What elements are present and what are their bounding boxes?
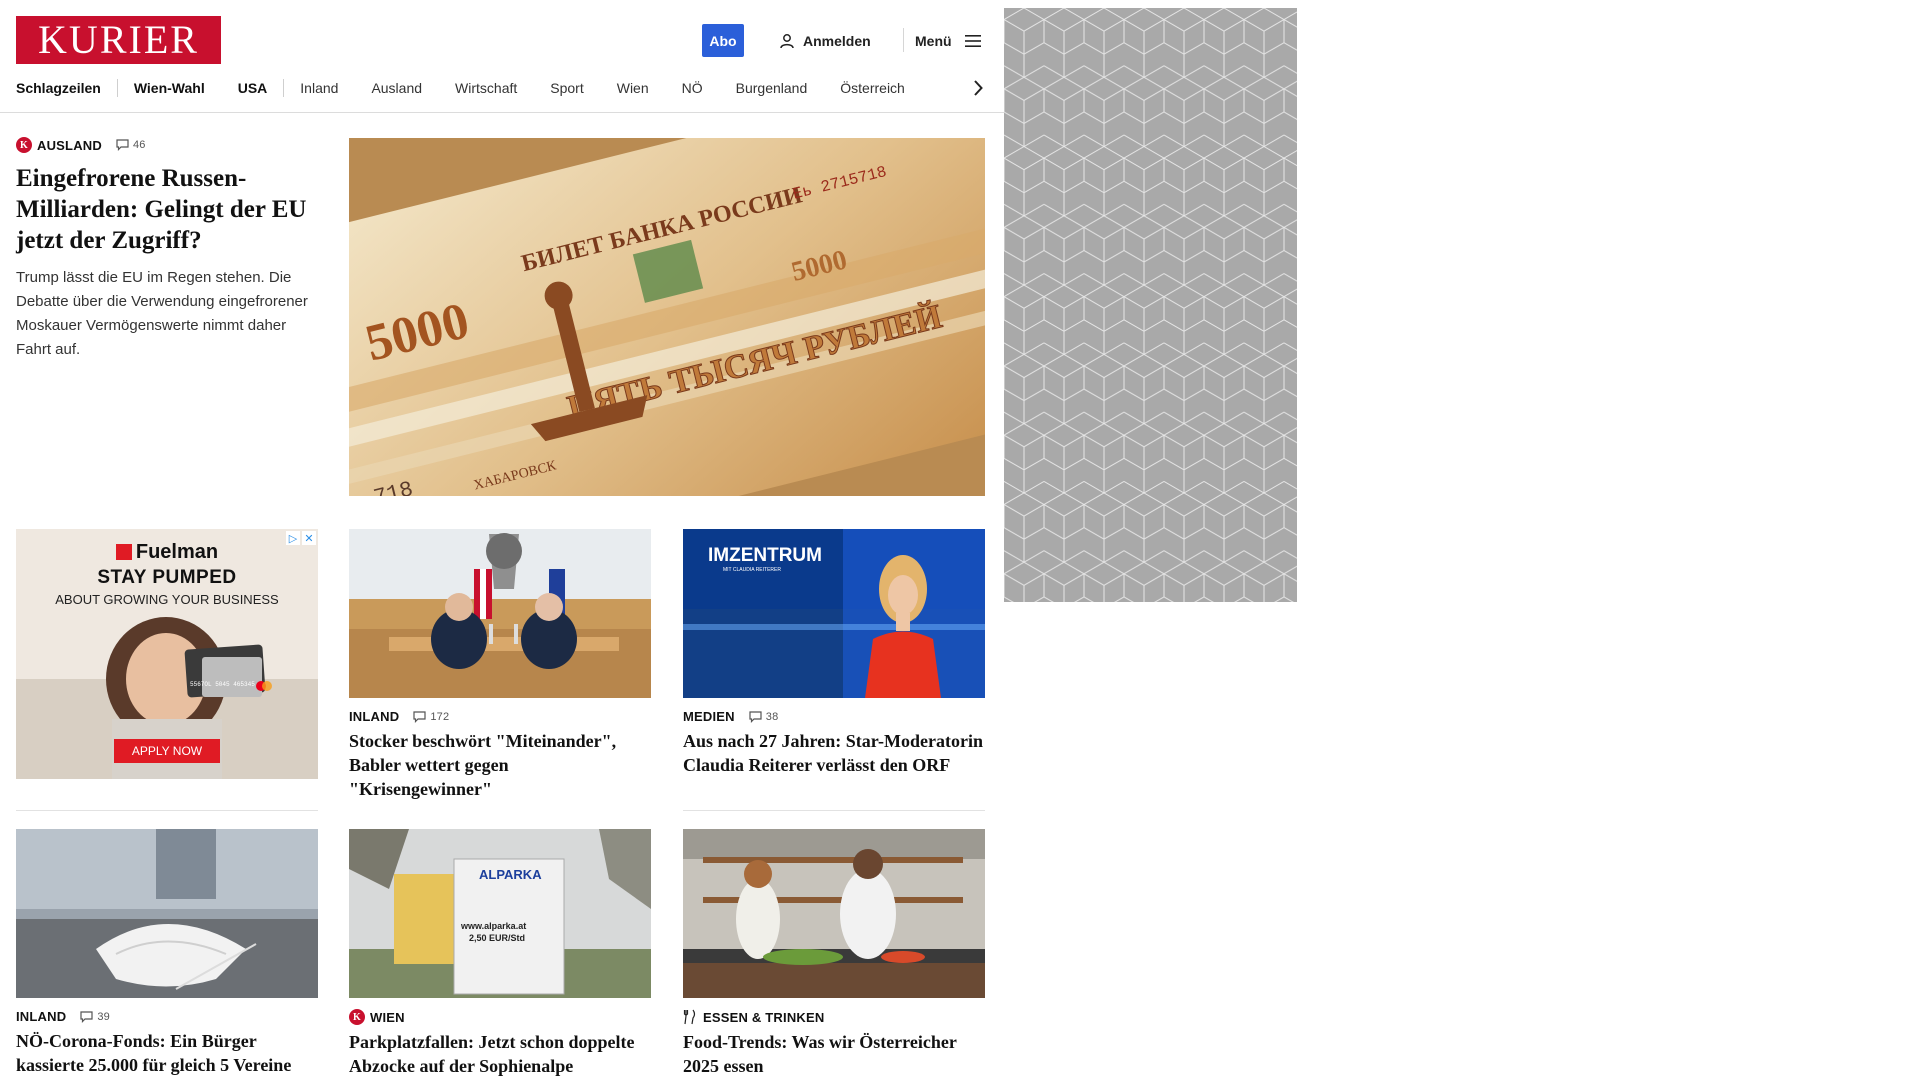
article-comment-count: 39 (97, 1010, 110, 1023)
nav-item-inland[interactable]: Inland (300, 80, 338, 96)
abo-button[interactable]: Abo (702, 24, 744, 57)
article-image-imzentrum[interactable]: IMZENTRUM MIT CLAUDIA REITERER (683, 529, 985, 698)
article-image-parking-sign[interactable]: ALPARKA www.alparka.at 2,50 EUR/Std (349, 829, 651, 998)
fuelman-logo-icon (115, 544, 132, 560)
article-card[interactable]: ESSEN & TRINKEN Food-Trends: Was wir Öst… (683, 829, 985, 1078)
article-kicker: INLAND 39 (16, 1009, 318, 1024)
hex-cube-pattern (1004, 8, 1297, 602)
section-nav: Schlagzeilen Wien-Wahl USA Inland Auslan… (16, 76, 984, 100)
svg-text:ALPARKA: ALPARKA (479, 867, 542, 882)
nav-item-oesterreich[interactable]: Österreich (840, 80, 905, 96)
nav-item-wirtschaft[interactable]: Wirtschaft (455, 80, 517, 96)
article-category[interactable]: MEDIEN (683, 709, 735, 724)
nav-item-noe[interactable]: NÖ (682, 80, 703, 96)
ad-choices[interactable]: ▷ ✕ (286, 531, 316, 545)
kurier-k-icon: K (349, 1009, 365, 1025)
ad-brand: Fuelman (16, 541, 318, 564)
ad-headline: STAY PUMPED (97, 567, 237, 588)
hero-headline[interactable]: Eingefrorene Russen-Milliarden: Gelingt … (16, 163, 316, 256)
nav-item-wien[interactable]: Wien (617, 80, 649, 96)
article-headline[interactable]: NÖ-Corona-Fonds: Ein Bürger kassierte 25… (16, 1029, 318, 1077)
ad-apply-button[interactable]: APPLY NOW (114, 739, 220, 763)
login-button[interactable]: Anmelden (779, 30, 871, 52)
row-divider (683, 810, 985, 811)
chevron-right-icon (974, 80, 983, 96)
banknotes-illustration: БИЛЕТ БАНКА РОССИИ Еь 2715718 5000 5000 … (349, 138, 985, 496)
article-category[interactable]: INLAND (349, 709, 399, 724)
ad-subline: ABOUT GROWING YOUR BUSINESS (55, 592, 279, 607)
article-comment-count: 38 (765, 710, 779, 723)
hero-article[interactable]: K AUSLAND 46 Eingefrorene Russen-Milliar… (16, 137, 316, 362)
hero-image-rubles[interactable]: БИЛЕТ БАНКА РОССИИ Еь 2715718 5000 5000 … (349, 138, 985, 496)
nav-divider (283, 79, 285, 97)
site-header: KURIER Abo Anmelden Menü Schlagzeilen Wi… (0, 0, 1004, 113)
article-category[interactable]: INLAND (16, 1009, 66, 1024)
article-image-mask[interactable] (16, 829, 318, 998)
article-comments[interactable]: 38 (749, 711, 779, 723)
fuelman-ad[interactable]: 5567OL 5045 465345 Fuelman STAY PUMPED A… (16, 529, 318, 779)
hamburger-icon (964, 35, 981, 47)
side-ad-placeholder[interactable] (1004, 8, 1297, 602)
hero-category[interactable]: AUSLAND (37, 138, 102, 153)
header-divider (903, 28, 904, 52)
fork-knife-icon (683, 1009, 696, 1025)
article-category[interactable]: ESSEN & TRINKEN (703, 1010, 824, 1025)
ad-close-icon[interactable]: ✕ (302, 531, 316, 545)
nav-item-burgenland[interactable]: Burgenland (736, 80, 808, 96)
article-kicker: MEDIEN 38 (683, 709, 985, 724)
user-icon (780, 34, 794, 49)
article-headline[interactable]: Aus nach 27 Jahren: Star-Moderatorin Cla… (683, 729, 985, 777)
comment-icon (413, 710, 426, 723)
adchoices-icon[interactable]: ▷ (286, 531, 300, 545)
article-headline[interactable]: Stocker beschwört "Miteinander", Babler … (349, 729, 651, 801)
comment-icon (749, 710, 762, 723)
article-card[interactable]: IMZENTRUM MIT CLAUDIA REITERER MEDIEN 38… (683, 529, 985, 777)
svg-text:5567OL 5045 465345: 5567OL 5045 465345 (190, 681, 255, 688)
kurier-logo[interactable]: KURIER (16, 16, 221, 64)
row-divider (16, 810, 318, 811)
hero-lead: Trump lässt die EU im Regen stehen. Die … (16, 269, 308, 358)
hero-kicker: K AUSLAND 46 (16, 137, 316, 153)
article-comments[interactable]: 172 (413, 711, 449, 723)
menu-button[interactable]: Menü (915, 30, 982, 52)
article-category[interactable]: WIEN (370, 1010, 405, 1025)
svg-text:www.alparka.at: www.alparka.at (460, 921, 526, 931)
article-comment-count: 172 (430, 710, 450, 723)
article-card[interactable]: INLAND 172 Stocker beschwört "Miteinande… (349, 529, 651, 801)
article-kicker: K WIEN (349, 1009, 651, 1025)
menu-label: Menü (915, 33, 952, 49)
svg-text:2,50 EUR/Std: 2,50 EUR/Std (469, 933, 525, 943)
nav-item-wien-wahl[interactable]: Wien-Wahl (134, 80, 205, 96)
article-kicker: ESSEN & TRINKEN (683, 1009, 985, 1025)
nav-item-usa[interactable]: USA (238, 80, 268, 96)
article-headline[interactable]: Food-Trends: Was wir Österreicher 2025 e… (683, 1030, 985, 1078)
nav-divider (116, 79, 118, 97)
article-card[interactable]: ALPARKA www.alparka.at 2,50 EUR/Std K WI… (349, 829, 651, 1078)
article-kicker: INLAND 172 (349, 709, 651, 724)
nav-item-schlagzeilen[interactable]: Schlagzeilen (16, 80, 101, 96)
article-comments[interactable]: 39 (80, 1011, 110, 1023)
comment-icon (80, 1010, 93, 1023)
svg-text:MIT CLAUDIA REITERER: MIT CLAUDIA REITERER (723, 567, 781, 573)
hero-comment-count: 46 (132, 139, 146, 151)
kurier-k-icon: K (16, 137, 32, 153)
article-card[interactable]: INLAND 39 NÖ-Corona-Fonds: Ein Bürger ka… (16, 829, 318, 1077)
article-image-parliament[interactable] (349, 529, 651, 698)
comment-icon (116, 139, 129, 151)
login-label: Anmelden (803, 33, 871, 49)
article-image-kitchen[interactable] (683, 829, 985, 998)
nav-item-sport[interactable]: Sport (550, 80, 583, 96)
nav-item-ausland[interactable]: Ausland (371, 80, 422, 96)
nav-scroll-right-button[interactable] (968, 76, 988, 100)
hero-comments[interactable]: 46 (116, 139, 146, 151)
svg-text:IMZENTRUM: IMZENTRUM (708, 545, 822, 566)
article-headline[interactable]: Parkplatzfallen: Jetzt schon doppelte Ab… (349, 1030, 651, 1078)
